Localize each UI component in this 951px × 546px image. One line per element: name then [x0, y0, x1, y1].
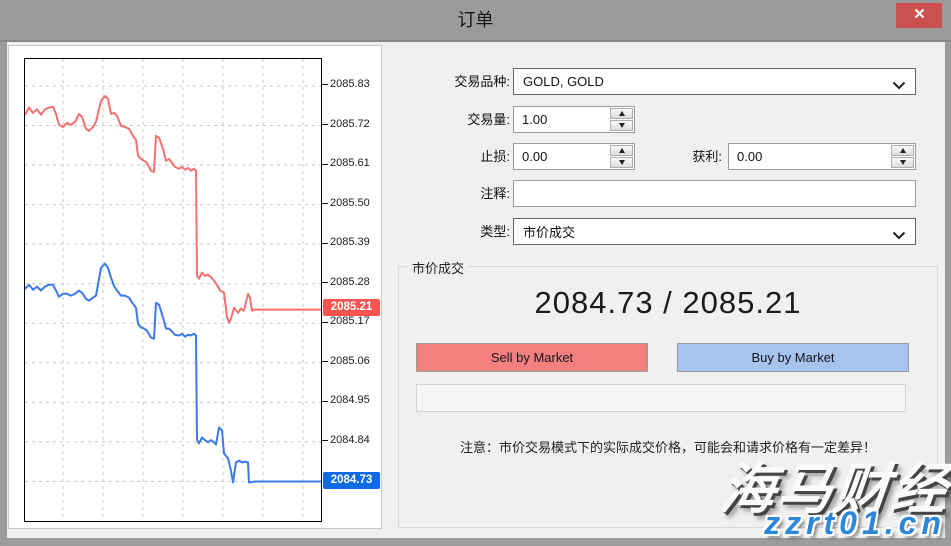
y-axis-tick-label: 2085.50	[330, 197, 370, 209]
y-axis-tick-label: 2085.61	[330, 157, 370, 169]
take-profit-spin-down-button[interactable]	[891, 157, 914, 168]
arrow-down-icon	[619, 123, 625, 128]
y-axis-tick-label: 2085.28	[330, 276, 370, 288]
take-profit-spin-up-button[interactable]	[891, 145, 914, 156]
y-axis-tick	[322, 361, 328, 362]
chart-plot	[24, 58, 322, 522]
chevron-down-icon	[892, 228, 906, 243]
buy-button-label: Buy by Market	[751, 350, 834, 365]
y-axis-tick	[322, 243, 328, 244]
quote-text: 2084.73 / 2085.21	[399, 285, 937, 321]
window-title: 订单	[0, 0, 951, 40]
volume-label: 交易量:	[400, 106, 510, 133]
comment-label: 注释:	[400, 180, 510, 207]
y-axis-tick	[322, 322, 328, 323]
stop-loss-field	[513, 143, 635, 170]
execution-status-field	[416, 384, 906, 412]
symbol-combobox[interactable]: GOLD, GOLD	[513, 68, 916, 95]
arrow-down-icon	[900, 160, 906, 165]
comment-input[interactable]	[513, 180, 916, 207]
stop-loss-label: 止损:	[400, 143, 510, 170]
symbol-label: 交易品种:	[400, 68, 510, 95]
volume-spin-down-button[interactable]	[610, 120, 633, 131]
y-axis-tick-label: 2085.39	[330, 236, 370, 248]
titlebar: 订单	[0, 0, 951, 42]
y-axis-tick-label: 2084.84	[330, 434, 370, 446]
stop-loss-input[interactable]	[514, 144, 615, 169]
y-axis-tick-label: 2085.06	[330, 355, 370, 367]
volume-field	[513, 106, 635, 133]
bid-line	[25, 264, 321, 483]
y-axis-tick	[322, 440, 328, 441]
y-axis-tick	[322, 401, 328, 402]
sell-by-market-button[interactable]: Sell by Market	[416, 343, 648, 372]
arrow-up-icon	[619, 111, 625, 116]
price-chart-svg	[25, 59, 321, 521]
symbol-value: GOLD, GOLD	[523, 74, 604, 89]
buy-by-market-button[interactable]: Buy by Market	[677, 343, 909, 372]
watermark-site: zzrt01.cn	[764, 505, 946, 542]
group-title: 市价成交	[407, 258, 469, 277]
y-axis-tick-label: 2084.95	[330, 394, 370, 406]
volume-spin-up-button[interactable]	[610, 108, 633, 119]
bid-price-tag: 2084.73	[323, 472, 380, 489]
volume-input[interactable]	[514, 107, 615, 132]
type-label: 类型:	[400, 218, 510, 245]
take-profit-spinner	[891, 145, 914, 168]
y-axis-tick	[322, 84, 328, 85]
ask-price-tag: 2085.21	[323, 299, 380, 316]
y-axis-tick	[322, 164, 328, 165]
take-profit-input[interactable]	[729, 144, 896, 169]
ask-line	[25, 96, 321, 323]
take-profit-field	[728, 143, 916, 170]
arrow-up-icon	[900, 148, 906, 153]
type-value: 市价成交	[523, 222, 575, 241]
chevron-down-icon	[892, 78, 906, 93]
y-axis-tick-label: 2085.83	[330, 78, 370, 90]
y-axis-tick-label: 2085.17	[330, 315, 370, 327]
y-axis-tick	[322, 282, 328, 283]
chart-panel: 2085.83 2085.72 2085.61 2085.50 2085.39 2085.…	[8, 45, 382, 529]
y-axis-tick-label: 2085.72	[330, 118, 370, 130]
y-axis-tick	[322, 124, 328, 125]
volume-spinner	[610, 108, 633, 131]
y-axis-tick	[322, 203, 328, 204]
sell-button-label: Sell by Market	[491, 350, 573, 365]
close-icon	[913, 7, 926, 25]
take-profit-label: 获利:	[622, 143, 722, 170]
close-button[interactable]	[896, 3, 942, 28]
type-combobox[interactable]: 市价成交	[513, 218, 916, 245]
